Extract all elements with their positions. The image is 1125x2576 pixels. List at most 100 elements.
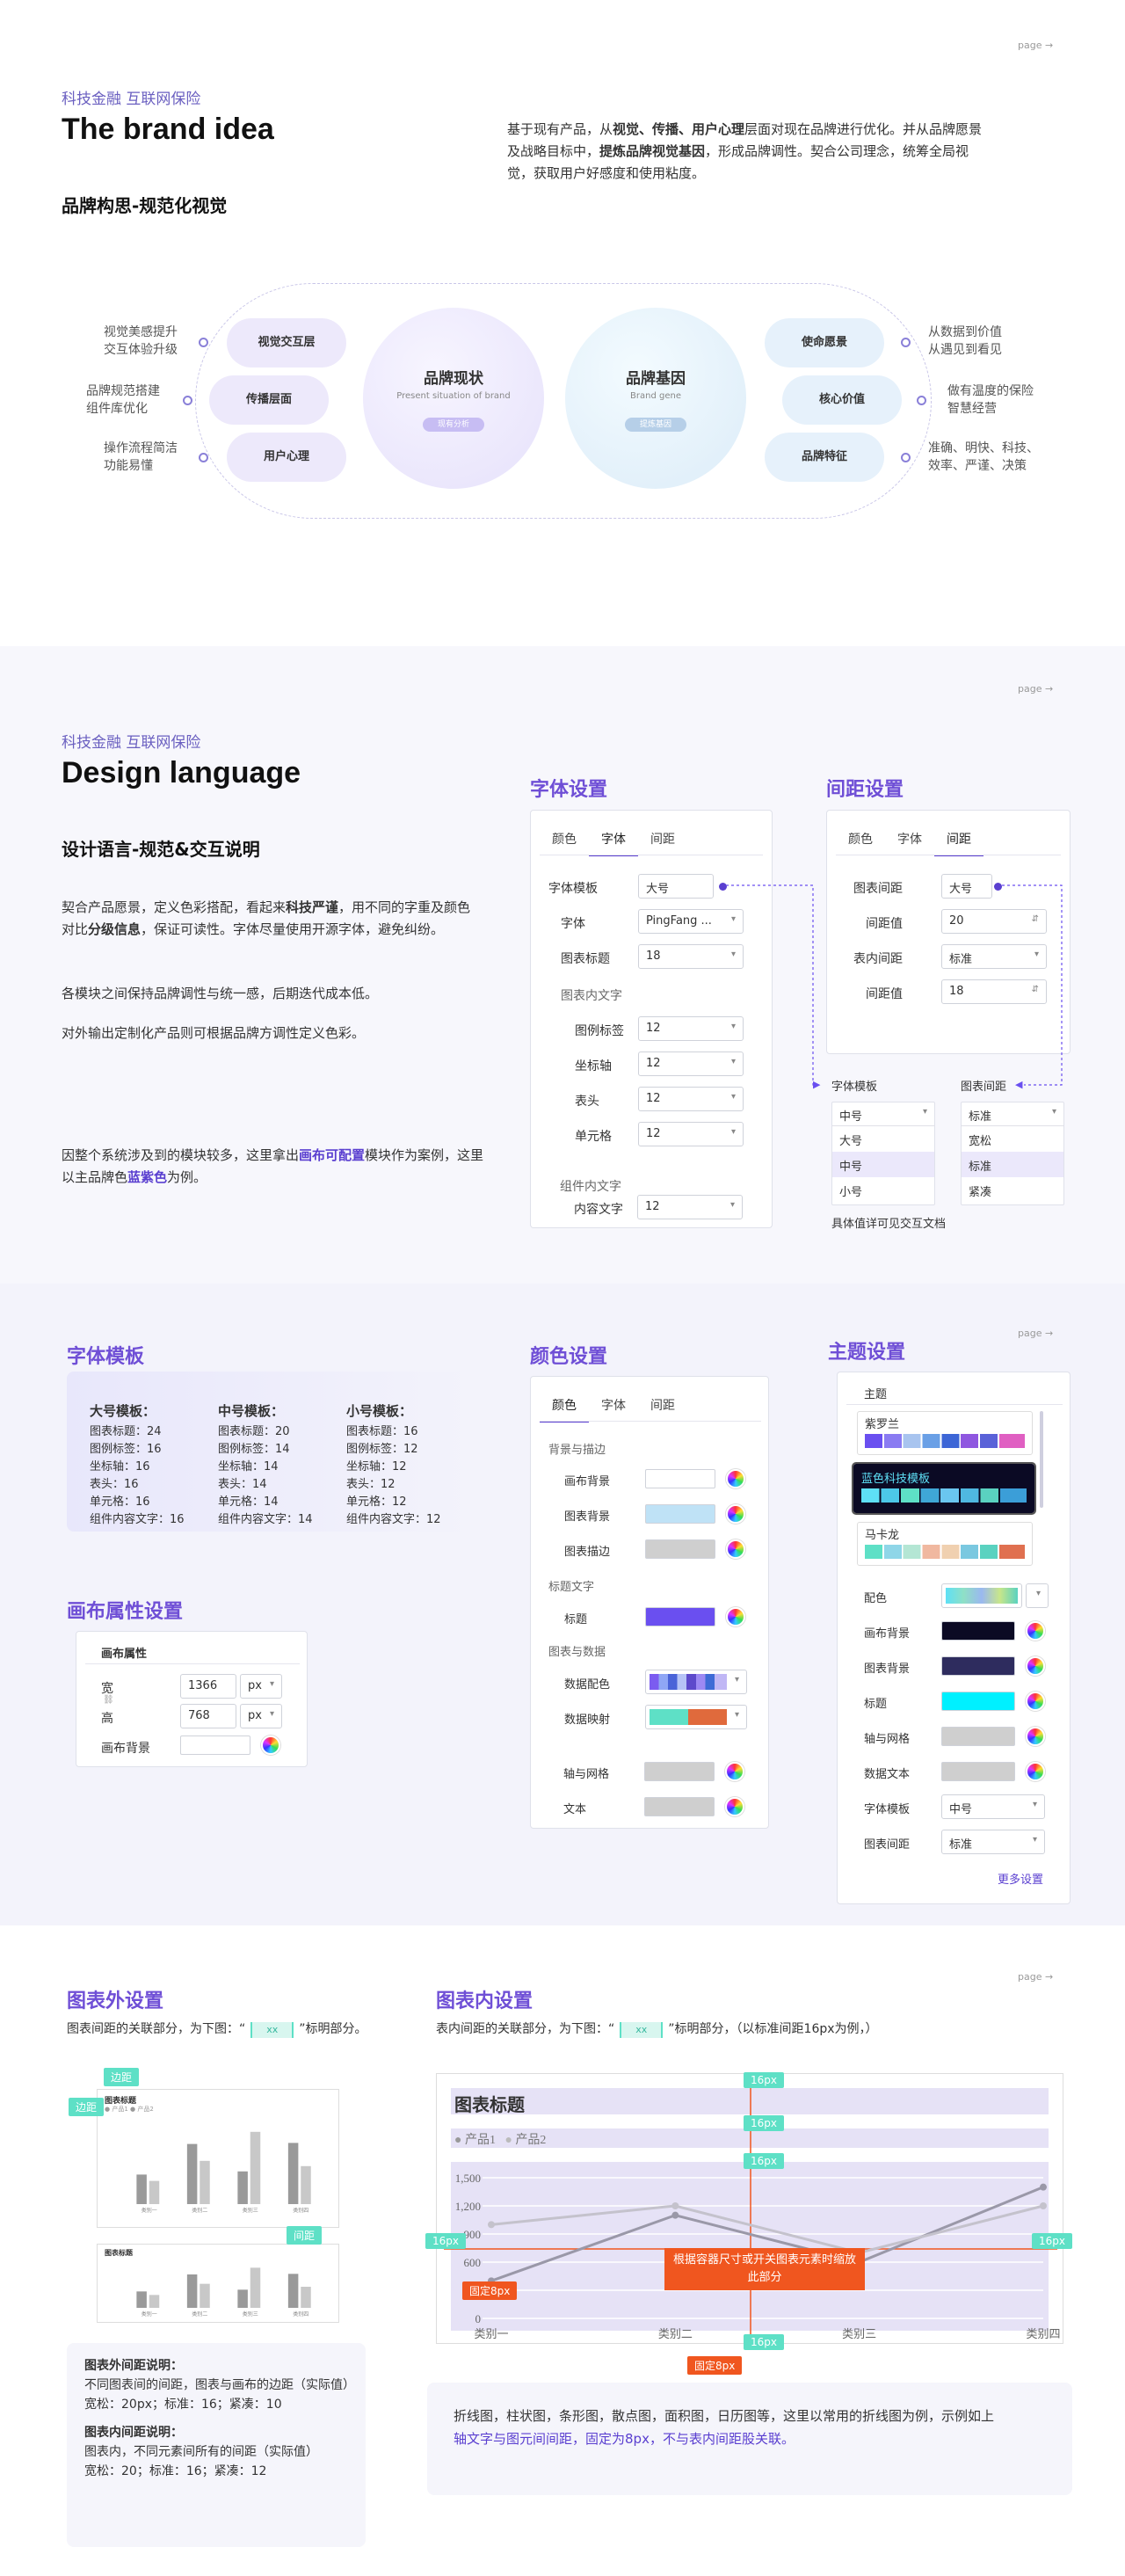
canvas-bg-swatch[interactable] xyxy=(645,1469,715,1488)
bar xyxy=(301,2165,311,2204)
data-mapping-select[interactable]: ▾ xyxy=(645,1705,747,1729)
arrow-right-icon: ▶ xyxy=(813,1079,821,1090)
bar xyxy=(237,2289,248,2308)
color-picker-icon[interactable] xyxy=(726,1469,745,1488)
spacing-marker-16px: 16px xyxy=(744,2072,784,2088)
dropdown-option[interactable]: 宽松 xyxy=(962,1126,1063,1152)
theme-option-violet[interactable]: 紫罗兰 xyxy=(857,1411,1033,1455)
height-input[interactable]: 768 xyxy=(180,1704,236,1728)
color-picker-icon[interactable] xyxy=(726,1504,745,1524)
color-picker-icon[interactable] xyxy=(725,1762,744,1781)
dropdown-label: 字体模板 xyxy=(831,1081,878,1094)
dropdown-option[interactable]: 大号 xyxy=(832,1126,934,1152)
divider xyxy=(846,1404,1063,1405)
page-subtitle: 品牌构思-规范化视觉 xyxy=(62,195,228,216)
node-dot xyxy=(901,453,911,462)
right-label-1: 从数据到价值 从遇见到看见 xyxy=(928,325,1002,357)
x-tick-label: 类别四 xyxy=(1026,2328,1060,2341)
link-icon[interactable]: ⛓ xyxy=(103,1695,114,1705)
width-input[interactable]: 1366 xyxy=(180,1674,236,1699)
fixed-8px-marker: 固定8px xyxy=(462,2281,518,2300)
palette-dropdown-toggle[interactable]: ▾ xyxy=(1026,1583,1049,1608)
color-picker-icon[interactable] xyxy=(1026,1727,1045,1746)
font-template-dropdown[interactable]: 中号 ▾ 大号 中号 小号 xyxy=(831,1102,935,1205)
template-small: 小号模板： 图表标题：16 图例标签：12 坐标轴：12 表头：12 单元格：12 组件内… xyxy=(346,1403,441,1526)
axis-grid-swatch[interactable] xyxy=(644,1762,715,1781)
spacing-demo-chart: 图表标题 ● 产品1 ● 产品2 03006009001,2001,500类别一… xyxy=(436,2073,1063,2344)
fixed-8px-marker: 固定8px xyxy=(687,2356,743,2375)
circle-brand-gene-title: 品牌基因 xyxy=(626,370,686,388)
color-picker-icon[interactable] xyxy=(726,1607,745,1626)
title-color-swatch[interactable] xyxy=(645,1607,715,1626)
color-picker-icon[interactable] xyxy=(725,1797,744,1816)
width-unit-select[interactable]: px ▾ xyxy=(240,1674,282,1699)
canvas-bg-swatch[interactable] xyxy=(180,1736,250,1755)
dropdown-option[interactable]: 小号 xyxy=(832,1177,934,1203)
data-point xyxy=(488,2221,495,2229)
group-label: 图表与数据 xyxy=(548,1646,606,1659)
divider xyxy=(85,1663,300,1664)
x-tick-label: 类别二 xyxy=(192,2310,207,2318)
dropdown-option[interactable]: 标准 xyxy=(962,1152,1063,1177)
dropdown-label: 图表间距 xyxy=(961,1081,1007,1094)
outer-settings-title: 图表外设置 xyxy=(67,1990,164,2012)
y-tick-label: 900 xyxy=(464,2228,482,2241)
canvas-settings-panel: 画布属性 宽 ⛓ 高 1366 px ▾ 768 px ▾ 画布背景 xyxy=(76,1631,308,1767)
color-picker-icon[interactable] xyxy=(726,1539,745,1559)
arrow-left-icon: ◀ xyxy=(1015,1079,1023,1090)
chart-gap-select[interactable]: 标准 ▾ xyxy=(941,1830,1045,1854)
outer-desc: 图表间距的关联部分，为下图：“ xx ”标明部分。 xyxy=(67,2022,367,2038)
dropdown-current[interactable]: 中号 ▾ xyxy=(832,1102,934,1126)
tab-spacing[interactable]: 间距 xyxy=(638,1396,687,1423)
color-picker-icon[interactable] xyxy=(1026,1762,1045,1781)
circle-brand-status-badge: 现有分析 xyxy=(423,418,484,432)
data-text-swatch[interactable] xyxy=(941,1762,1015,1781)
circle-brand-gene-badge: 提炼基因 xyxy=(625,418,686,432)
settings-section: page → 字体模板 大号模板： 图表标题：24 图例标签：16 坐标轴：16 表头… xyxy=(0,1284,1125,1925)
template-large: 大号模板： 图表标题：24 图例标签：16 坐标轴：16 表头：16 单元格：16 组件内… xyxy=(90,1403,185,1526)
page-link[interactable]: page → xyxy=(1018,1971,1053,1983)
tab-font[interactable]: 字体 xyxy=(589,1396,638,1423)
dropdown-current[interactable]: 标准 ▾ xyxy=(962,1102,1063,1126)
node-dot xyxy=(183,396,192,405)
dropdown-option[interactable]: 紧凑 xyxy=(962,1177,1063,1203)
scrollbar[interactable] xyxy=(1040,1411,1043,1508)
row-label: 数据映射 xyxy=(564,1714,611,1727)
palette-select[interactable] xyxy=(941,1583,1022,1608)
color-picker-icon[interactable] xyxy=(1026,1656,1045,1676)
page-link[interactable]: page → xyxy=(1018,1328,1053,1339)
axis-grid-swatch[interactable] xyxy=(941,1727,1015,1746)
circle-brand-gene-sub: Brand gene xyxy=(630,391,681,401)
dropdown-option[interactable]: 中号 xyxy=(832,1152,934,1177)
color-picker-icon[interactable] xyxy=(1026,1621,1045,1641)
chart-bg-swatch[interactable] xyxy=(645,1504,715,1524)
chart-border-swatch[interactable] xyxy=(645,1539,715,1559)
row-label: 字体模板 xyxy=(864,1803,911,1816)
canvas-bg-swatch[interactable] xyxy=(941,1621,1015,1641)
tab-color[interactable]: 颜色 xyxy=(540,1396,589,1423)
row-label: 数据文本 xyxy=(864,1768,911,1781)
mini-chart-plot: 类别一 类别二 类别三 类别四 xyxy=(136,2267,311,2318)
spacing-marker-16px: 16px xyxy=(1032,2233,1072,2249)
more-settings-link[interactable]: 更多设置 xyxy=(998,1870,1043,1887)
y-tick-label: 1,500 xyxy=(455,2172,481,2185)
font-template-select[interactable]: 中号 ▾ xyxy=(941,1794,1045,1819)
height-unit-select[interactable]: px ▾ xyxy=(240,1704,282,1728)
data-palette-select[interactable]: ▾ xyxy=(645,1670,747,1694)
bar xyxy=(149,2180,160,2204)
page-link[interactable]: page → xyxy=(1018,40,1053,51)
chart-bg-swatch[interactable] xyxy=(941,1656,1015,1676)
x-tick-label: 类别三 xyxy=(243,2310,258,2318)
series-line xyxy=(490,2204,1044,2254)
page-title: The brand idea xyxy=(62,113,274,146)
theme-option-blue-tech[interactable]: 蓝色科技模板 xyxy=(852,1462,1036,1515)
text-color-swatch[interactable] xyxy=(644,1797,715,1816)
section-tag: 科技金融 互联网保险 xyxy=(62,91,201,108)
color-picker-icon[interactable] xyxy=(1026,1692,1045,1711)
spacing-marker-16px: 16px xyxy=(425,2233,466,2249)
color-picker-icon[interactable] xyxy=(261,1736,280,1755)
title-color-swatch[interactable] xyxy=(941,1692,1015,1711)
chart-gap-dropdown[interactable]: 标准 ▾ 宽松 标准 紧凑 xyxy=(961,1102,1064,1205)
theme-option-macaron[interactable]: 马卡龙 xyxy=(857,1522,1033,1566)
data-point xyxy=(1040,2183,1047,2191)
